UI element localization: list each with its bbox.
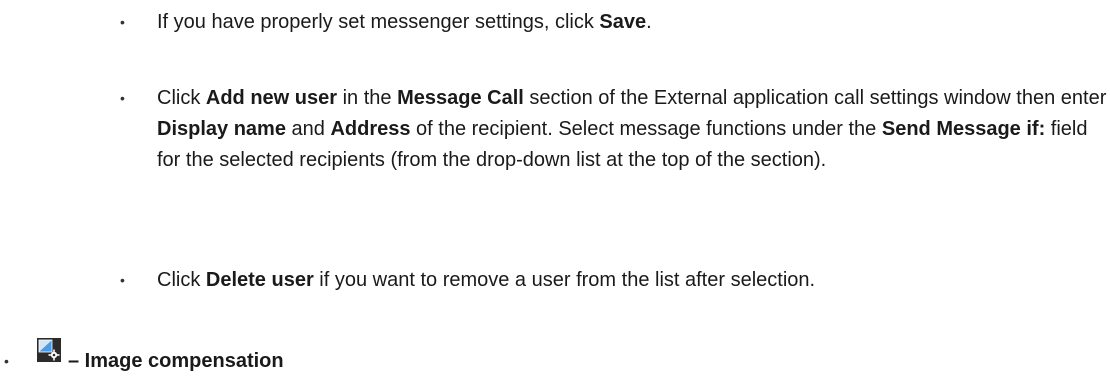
image-compensation-icon (37, 338, 61, 362)
display-name-term: Display name (157, 118, 286, 140)
bullet-marker: • (4, 353, 9, 369)
text-span: . (646, 11, 652, 33)
message-call-term: Message Call (397, 87, 524, 109)
delete-user-term: Delete user (205, 269, 314, 291)
send-message-if-term: Send Message if: (881, 118, 1046, 140)
text-span: Click (157, 269, 206, 291)
text-span: of the recipient. Select message functio… (410, 118, 882, 140)
document-page: { "items": [ { "bullet": "•", "parts": [… (0, 0, 1110, 379)
text-span: and (285, 118, 331, 140)
bullet-marker: • (120, 272, 125, 288)
text-span: in the (337, 87, 398, 109)
bullet-marker: • (120, 90, 125, 106)
bullet-marker: • (120, 14, 125, 30)
list-item-delete-user: Click Delete user if you want to remove … (157, 265, 1107, 296)
text-span: Click (157, 87, 206, 109)
text-span: If you have properly set messenger setti… (157, 11, 600, 33)
save-term: Save (599, 11, 647, 33)
text-span: section of the External application call… (523, 87, 1107, 109)
list-item-save: If you have properly set messenger setti… (157, 7, 1107, 38)
section-title: – Image compensation (68, 350, 284, 372)
text-span: if you want to remove a user from the li… (313, 269, 816, 291)
add-new-user-term: Add new user (205, 87, 338, 109)
address-term: Address (330, 118, 411, 140)
list-item-add-user: Click Add new user in the Message Call s… (157, 83, 1107, 176)
